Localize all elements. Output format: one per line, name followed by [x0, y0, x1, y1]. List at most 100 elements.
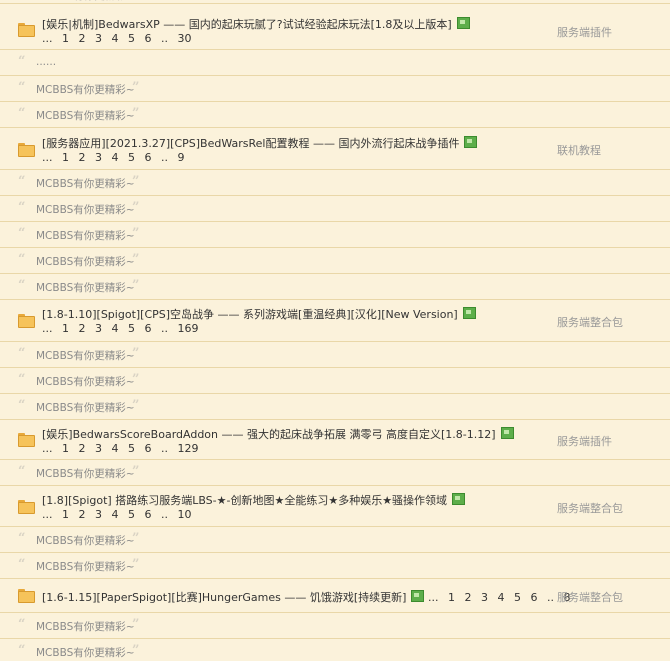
page-link[interactable]: 2: [79, 508, 86, 521]
quote-open-icon: “: [18, 372, 26, 387]
thread-title[interactable]: [服务器应用][2021.3.27][CPS]BedWarsRel配置教程 ——…: [42, 135, 478, 151]
page-link[interactable]: 6: [145, 151, 152, 164]
quote-close-icon: ”: [132, 278, 140, 293]
page-link[interactable]: 1: [62, 322, 69, 335]
thread-row[interactable]: [1.8][Spigot] 搭路练习服务端LBS-★-创新地图★全能练习★多种娱…: [0, 486, 670, 527]
page-link[interactable]: ..: [547, 591, 554, 604]
page-link[interactable]: ...: [42, 508, 53, 521]
page-link[interactable]: 6: [145, 32, 152, 45]
page-link[interactable]: 2: [464, 591, 471, 604]
page-link[interactable]: 30: [178, 32, 192, 45]
reply-preview: “ MCBBS有你更精彩~ ”: [0, 553, 670, 579]
page-link[interactable]: 4: [112, 151, 119, 164]
page-link[interactable]: 3: [481, 591, 488, 604]
reply-text: MCBBS有你更精彩~: [36, 561, 135, 573]
page-link[interactable]: 4: [112, 442, 119, 455]
thread-title-text[interactable]: [1.6-1.15][PaperSpigot][比赛]HungerGames —…: [42, 591, 406, 604]
page-link[interactable]: ..: [161, 32, 168, 45]
thread-title-text[interactable]: [娱乐]BedwarsScoreBoardAddon —— 强大的起床战争拓展 …: [42, 428, 496, 441]
page-link[interactable]: 5: [514, 591, 521, 604]
page-link[interactable]: 3: [95, 151, 102, 164]
page-link[interactable]: 10: [178, 508, 192, 521]
thread-category[interactable]: 服务端插件: [557, 433, 612, 449]
thread-category[interactable]: 联机教程: [557, 142, 601, 158]
quote-close-icon: ”: [132, 398, 140, 413]
quote-open-icon: “: [18, 252, 26, 267]
thread-row[interactable]: [1.8-1.10][Spigot][CPS]空岛战争 —— 系列游戏端[重温经…: [0, 300, 670, 342]
thread-category[interactable]: 服务端整合包: [557, 500, 623, 516]
page-link[interactable]: 5: [128, 322, 135, 335]
folder-icon: [18, 314, 35, 328]
page-link[interactable]: 4: [497, 591, 504, 604]
page-link[interactable]: 129: [178, 442, 199, 455]
page-link[interactable]: 1: [62, 32, 69, 45]
folder-icon: [18, 589, 35, 603]
page-link[interactable]: 9: [178, 151, 185, 164]
page-link[interactable]: ...: [428, 591, 439, 604]
reply-text: MCBBS有你更精彩~: [36, 178, 135, 190]
page-link[interactable]: 1: [62, 151, 69, 164]
page-link[interactable]: ..: [161, 442, 168, 455]
page-link[interactable]: 3: [95, 32, 102, 45]
thread-title[interactable]: [娱乐]BedwarsScoreBoardAddon —— 强大的起床战争拓展 …: [42, 426, 514, 442]
reply-preview: “ MCBBS有你更精彩~ ”: [0, 342, 670, 368]
thread-title-text[interactable]: [1.8-1.10][Spigot][CPS]空岛战争 —— 系列游戏端[重温经…: [42, 308, 458, 321]
page-link[interactable]: 6: [145, 508, 152, 521]
thread-title[interactable]: [1.8][Spigot] 搭路练习服务端LBS-★-创新地图★全能练习★多种娱…: [42, 492, 466, 508]
page-link[interactable]: ..: [161, 508, 168, 521]
reply-text: MCBBS有你更精彩~: [36, 402, 135, 414]
page-link[interactable]: 5: [128, 32, 135, 45]
thread-title[interactable]: [娱乐|机制]BedwarsXP —— 国内的起床玩腻了?试试经验起床玩法[1.…: [42, 16, 470, 32]
page-link[interactable]: ...: [42, 32, 53, 45]
thread-title-text[interactable]: [1.8][Spigot] 搭路练习服务端LBS-★-创新地图★全能练习★多种娱…: [42, 494, 447, 507]
thread-row[interactable]: [娱乐|机制]BedwarsXP —— 国内的起床玩腻了?试试经验起床玩法[1.…: [0, 4, 670, 50]
thread-title-text[interactable]: [服务器应用][2021.3.27][CPS]BedWarsRel配置教程 ——…: [42, 137, 459, 150]
page-link[interactable]: ...: [42, 442, 53, 455]
page-link[interactable]: ..: [161, 151, 168, 164]
page-link[interactable]: 1: [62, 442, 69, 455]
quote-close-icon: ”: [132, 252, 140, 267]
page-link[interactable]: 1: [448, 591, 455, 604]
thread-category[interactable]: 服务端整合包: [557, 314, 623, 330]
quote-open-icon: “: [18, 226, 26, 241]
thread-row[interactable]: [1.6-1.15][PaperSpigot][比赛]HungerGames —…: [0, 579, 670, 613]
page-link[interactable]: 5: [128, 508, 135, 521]
page-link[interactable]: 3: [95, 322, 102, 335]
page-link[interactable]: 4: [112, 32, 119, 45]
page-links: ... 1 2 3 4 5 6 .. 8: [428, 591, 571, 604]
reply-preview: “ MCBBS有你更精彩~ ”: [0, 222, 670, 248]
page-link[interactable]: 2: [79, 32, 86, 45]
thread-title-text[interactable]: [娱乐|机制]BedwarsXP —— 国内的起床玩腻了?试试经验起床玩法[1.…: [42, 18, 452, 31]
page-link[interactable]: 4: [112, 508, 119, 521]
thread-category[interactable]: 服务端插件: [557, 24, 612, 40]
thread-category[interactable]: 服务端整合包: [557, 589, 623, 605]
page-link[interactable]: 1: [62, 508, 69, 521]
quote-open-icon: “: [18, 346, 26, 361]
page-link[interactable]: 6: [530, 591, 537, 604]
reply-text: MCBBS有你更精彩~: [36, 84, 135, 96]
page-link[interactable]: 5: [128, 151, 135, 164]
thread-title[interactable]: [1.6-1.15][PaperSpigot][比赛]HungerGames —…: [42, 589, 570, 605]
page-link[interactable]: 2: [79, 322, 86, 335]
thread-title[interactable]: [1.8-1.10][Spigot][CPS]空岛战争 —— 系列游戏端[重温经…: [42, 306, 476, 322]
page-link[interactable]: 3: [95, 508, 102, 521]
page-link[interactable]: 2: [79, 442, 86, 455]
quote-close-icon: ”: [132, 617, 140, 632]
page-link[interactable]: 2: [79, 151, 86, 164]
reply-text: MCBBS有你更精彩~: [36, 230, 135, 242]
page-link[interactable]: 5: [128, 442, 135, 455]
thread-row[interactable]: [娱乐]BedwarsScoreBoardAddon —— 强大的起床战争拓展 …: [0, 420, 670, 460]
thread-row[interactable]: [服务器应用][2021.3.27][CPS]BedWarsRel配置教程 ——…: [0, 128, 670, 170]
page-link[interactable]: 6: [145, 322, 152, 335]
page-links: ... 1 2 3 4 5 6 .. 9: [42, 151, 185, 164]
page-link[interactable]: 169: [178, 322, 199, 335]
page-link[interactable]: 3: [95, 442, 102, 455]
page-link[interactable]: ..: [161, 322, 168, 335]
quote-close-icon: ”: [132, 200, 140, 215]
quote-close-icon: ”: [132, 464, 140, 479]
page-link[interactable]: ...: [42, 322, 53, 335]
page-link[interactable]: ...: [42, 151, 53, 164]
page-link[interactable]: 4: [112, 322, 119, 335]
page-link[interactable]: 6: [145, 442, 152, 455]
reply-preview: “ MCBBS有你更精彩~ ”: [0, 460, 670, 486]
